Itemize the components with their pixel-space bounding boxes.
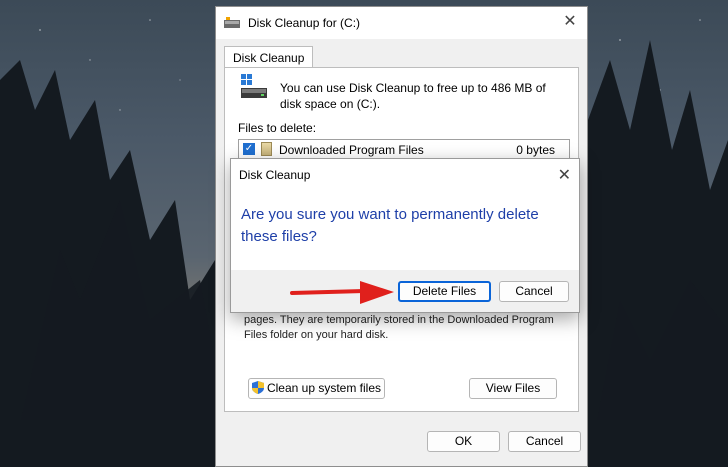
tab-disk-cleanup[interactable]: Disk Cleanup (224, 46, 314, 69)
delete-files-button[interactable]: Delete Files (398, 281, 491, 302)
view-files-button[interactable]: View Files (469, 378, 557, 399)
list-item[interactable]: ✓ Downloaded Program Files 0 bytes (239, 141, 567, 159)
window-titlebar: Disk Cleanup for (C:) ✕ (216, 7, 587, 39)
cancel-button[interactable]: Cancel (508, 431, 581, 452)
confirm-cancel-button[interactable]: Cancel (499, 281, 569, 302)
close-icon[interactable]: ✕ (561, 13, 579, 31)
checkbox-icon[interactable]: ✓ (243, 143, 255, 155)
clean-up-system-files-label: Clean up system files (266, 381, 382, 395)
shield-icon (251, 381, 264, 394)
file-name: Downloaded Program Files (279, 143, 424, 157)
file-description: pages. They are temporarily stored in th… (244, 314, 554, 341)
info-text: You can use Disk Cleanup to free up to 4… (280, 81, 546, 111)
close-icon[interactable]: ✕ (558, 165, 571, 185)
arrow-annotation-icon (290, 281, 394, 304)
dialog-footer: Delete Files Cancel (231, 270, 579, 312)
files-to-delete-label: Files to delete: (238, 121, 317, 135)
confirm-question: Are you sure you want to permanently del… (241, 206, 539, 245)
file-size: 0 bytes (516, 143, 555, 157)
drive-icon (224, 17, 240, 28)
clean-up-system-files-button[interactable]: Clean up system files (248, 378, 385, 399)
window-title: Disk Cleanup for (C:) (248, 16, 361, 30)
file-icon (261, 142, 272, 156)
confirm-delete-dialog: Disk Cleanup ✕ Are you sure you want to … (230, 158, 580, 313)
dialog-title: Disk Cleanup (239, 168, 311, 182)
drive-icon (241, 74, 267, 98)
ok-button[interactable]: OK (427, 431, 500, 452)
